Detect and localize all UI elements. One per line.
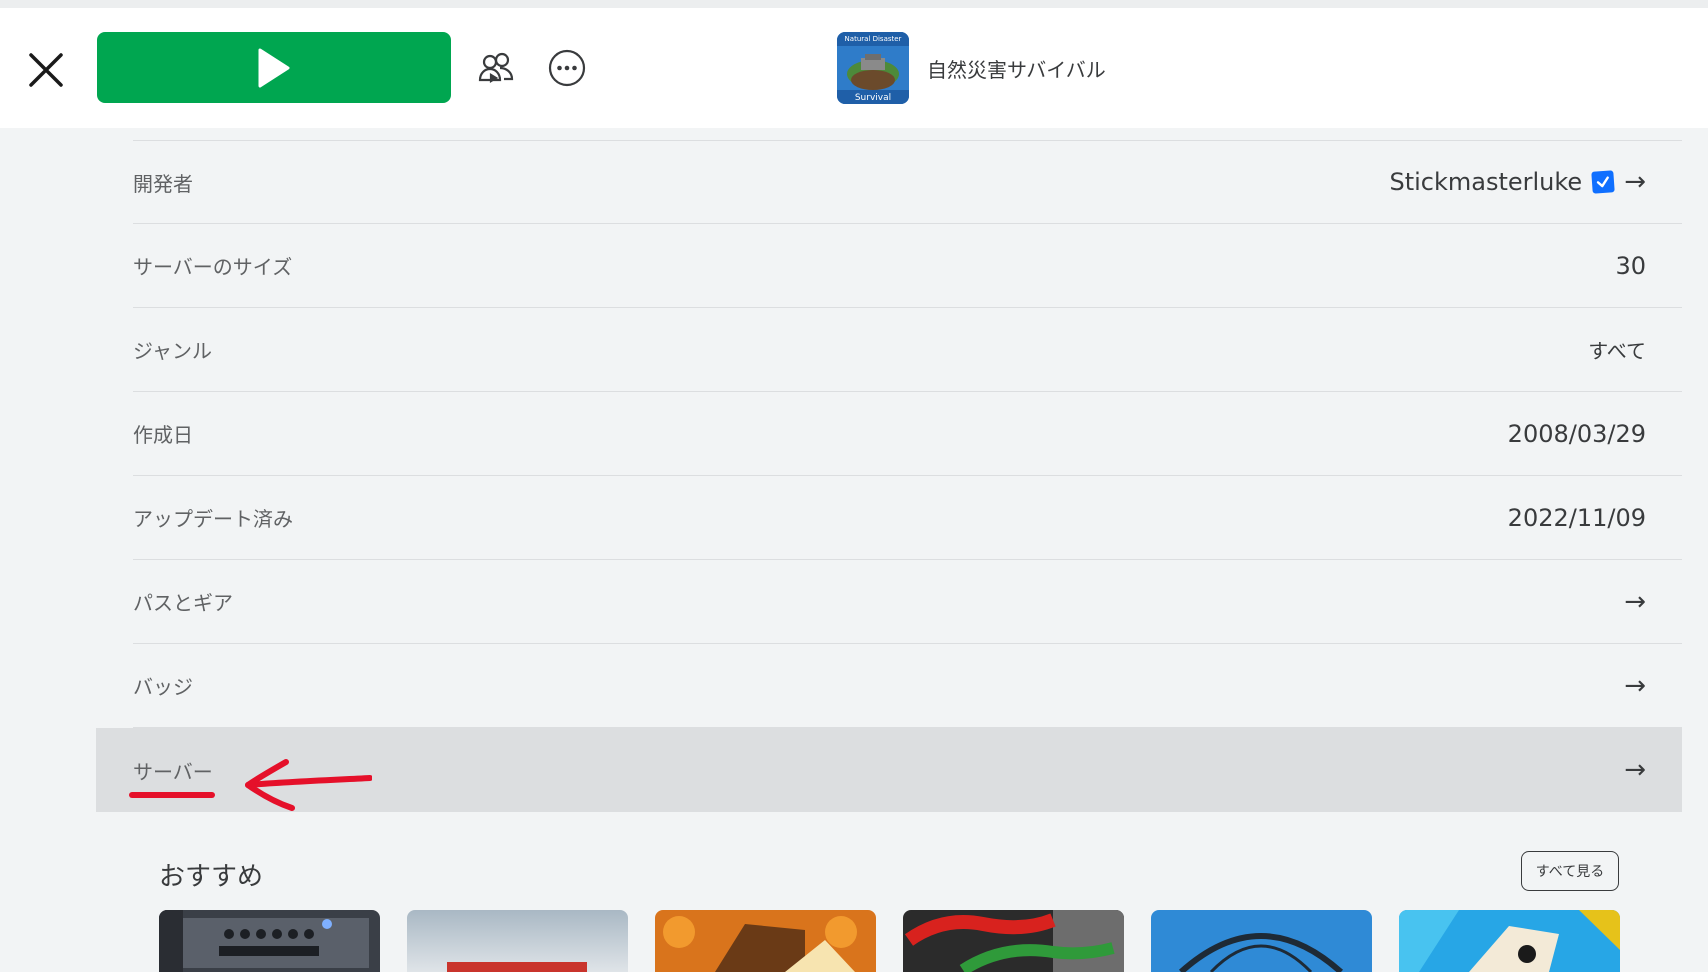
party-icon xyxy=(478,52,514,83)
details-row-developer[interactable]: 開発者 Stickmasterluke → xyxy=(133,140,1682,224)
arrow-right-icon: → xyxy=(1624,586,1646,617)
game-thumbnail: Natural Disaster Survival xyxy=(837,32,909,104)
thumb-text-top: Natural Disaster xyxy=(845,35,902,43)
details-row-badges[interactable]: バッジ → xyxy=(133,644,1682,728)
thumb-text-bottom: Survival xyxy=(855,93,891,103)
arrow-right-icon: → xyxy=(1624,670,1646,701)
party-button[interactable] xyxy=(472,44,520,92)
row-label: サーバー xyxy=(133,759,213,784)
top-strip xyxy=(0,0,1708,8)
row-label: サーバーのサイズ xyxy=(133,255,293,279)
close-button[interactable] xyxy=(22,46,70,94)
details-row-created: 作成日 2008/03/29 xyxy=(133,392,1682,476)
row-label: 開発者 xyxy=(133,171,193,196)
created-date: 2008/03/29 xyxy=(1507,419,1646,448)
more-options-button[interactable] xyxy=(543,44,591,92)
details-row-updated: アップデート済み 2022/11/09 xyxy=(133,476,1682,560)
more-icon xyxy=(548,49,586,87)
play-icon xyxy=(258,48,290,87)
annotation-underline xyxy=(129,792,215,798)
recommended-game-thumbnail[interactable] xyxy=(1399,910,1620,972)
details-row-passes-gear[interactable]: パスとギア → xyxy=(133,560,1682,644)
play-button[interactable] xyxy=(97,32,451,103)
annotation-arrow-icon xyxy=(245,759,372,811)
recommended-game-thumbnail[interactable] xyxy=(1151,910,1372,972)
genre-value: すべて xyxy=(1588,339,1646,363)
arrow-right-icon: → xyxy=(1624,167,1646,197)
recommended-game-thumbnail[interactable] xyxy=(655,910,876,972)
close-icon xyxy=(29,53,63,87)
arrow-right-icon: → xyxy=(1624,755,1646,785)
row-label: アップデート済み xyxy=(133,507,293,531)
header-bar: Natural Disaster Survival 自然災害サバイバル xyxy=(0,8,1708,128)
recommended-game-thumbnail[interactable] xyxy=(159,910,380,972)
row-label: パスとギア xyxy=(133,591,233,615)
server-size-value: 30 xyxy=(1615,251,1646,280)
row-label: ジャンル xyxy=(133,339,212,363)
updated-date: 2022/11/09 xyxy=(1507,503,1646,532)
row-label: バッジ xyxy=(133,675,193,699)
recommended-game-thumbnail[interactable] xyxy=(407,910,628,972)
verified-badge-icon xyxy=(1591,170,1615,194)
details-row-server-size: サーバーのサイズ 30 xyxy=(133,224,1682,308)
see-all-button[interactable]: すべて見る xyxy=(1521,851,1619,891)
developer-name: Stickmasterluke xyxy=(1389,168,1583,196)
details-row-genre: ジャンル すべて xyxy=(133,308,1682,392)
recommended-title: おすすめ xyxy=(159,862,264,892)
game-details-list: 開発者 Stickmasterluke → サーバーのサイズ 30 ジャンル す… xyxy=(96,140,1682,812)
game-title: 自然災害サバイバル xyxy=(927,58,1106,82)
row-label: 作成日 xyxy=(133,423,193,447)
recommended-game-thumbnail[interactable] xyxy=(903,910,1124,972)
